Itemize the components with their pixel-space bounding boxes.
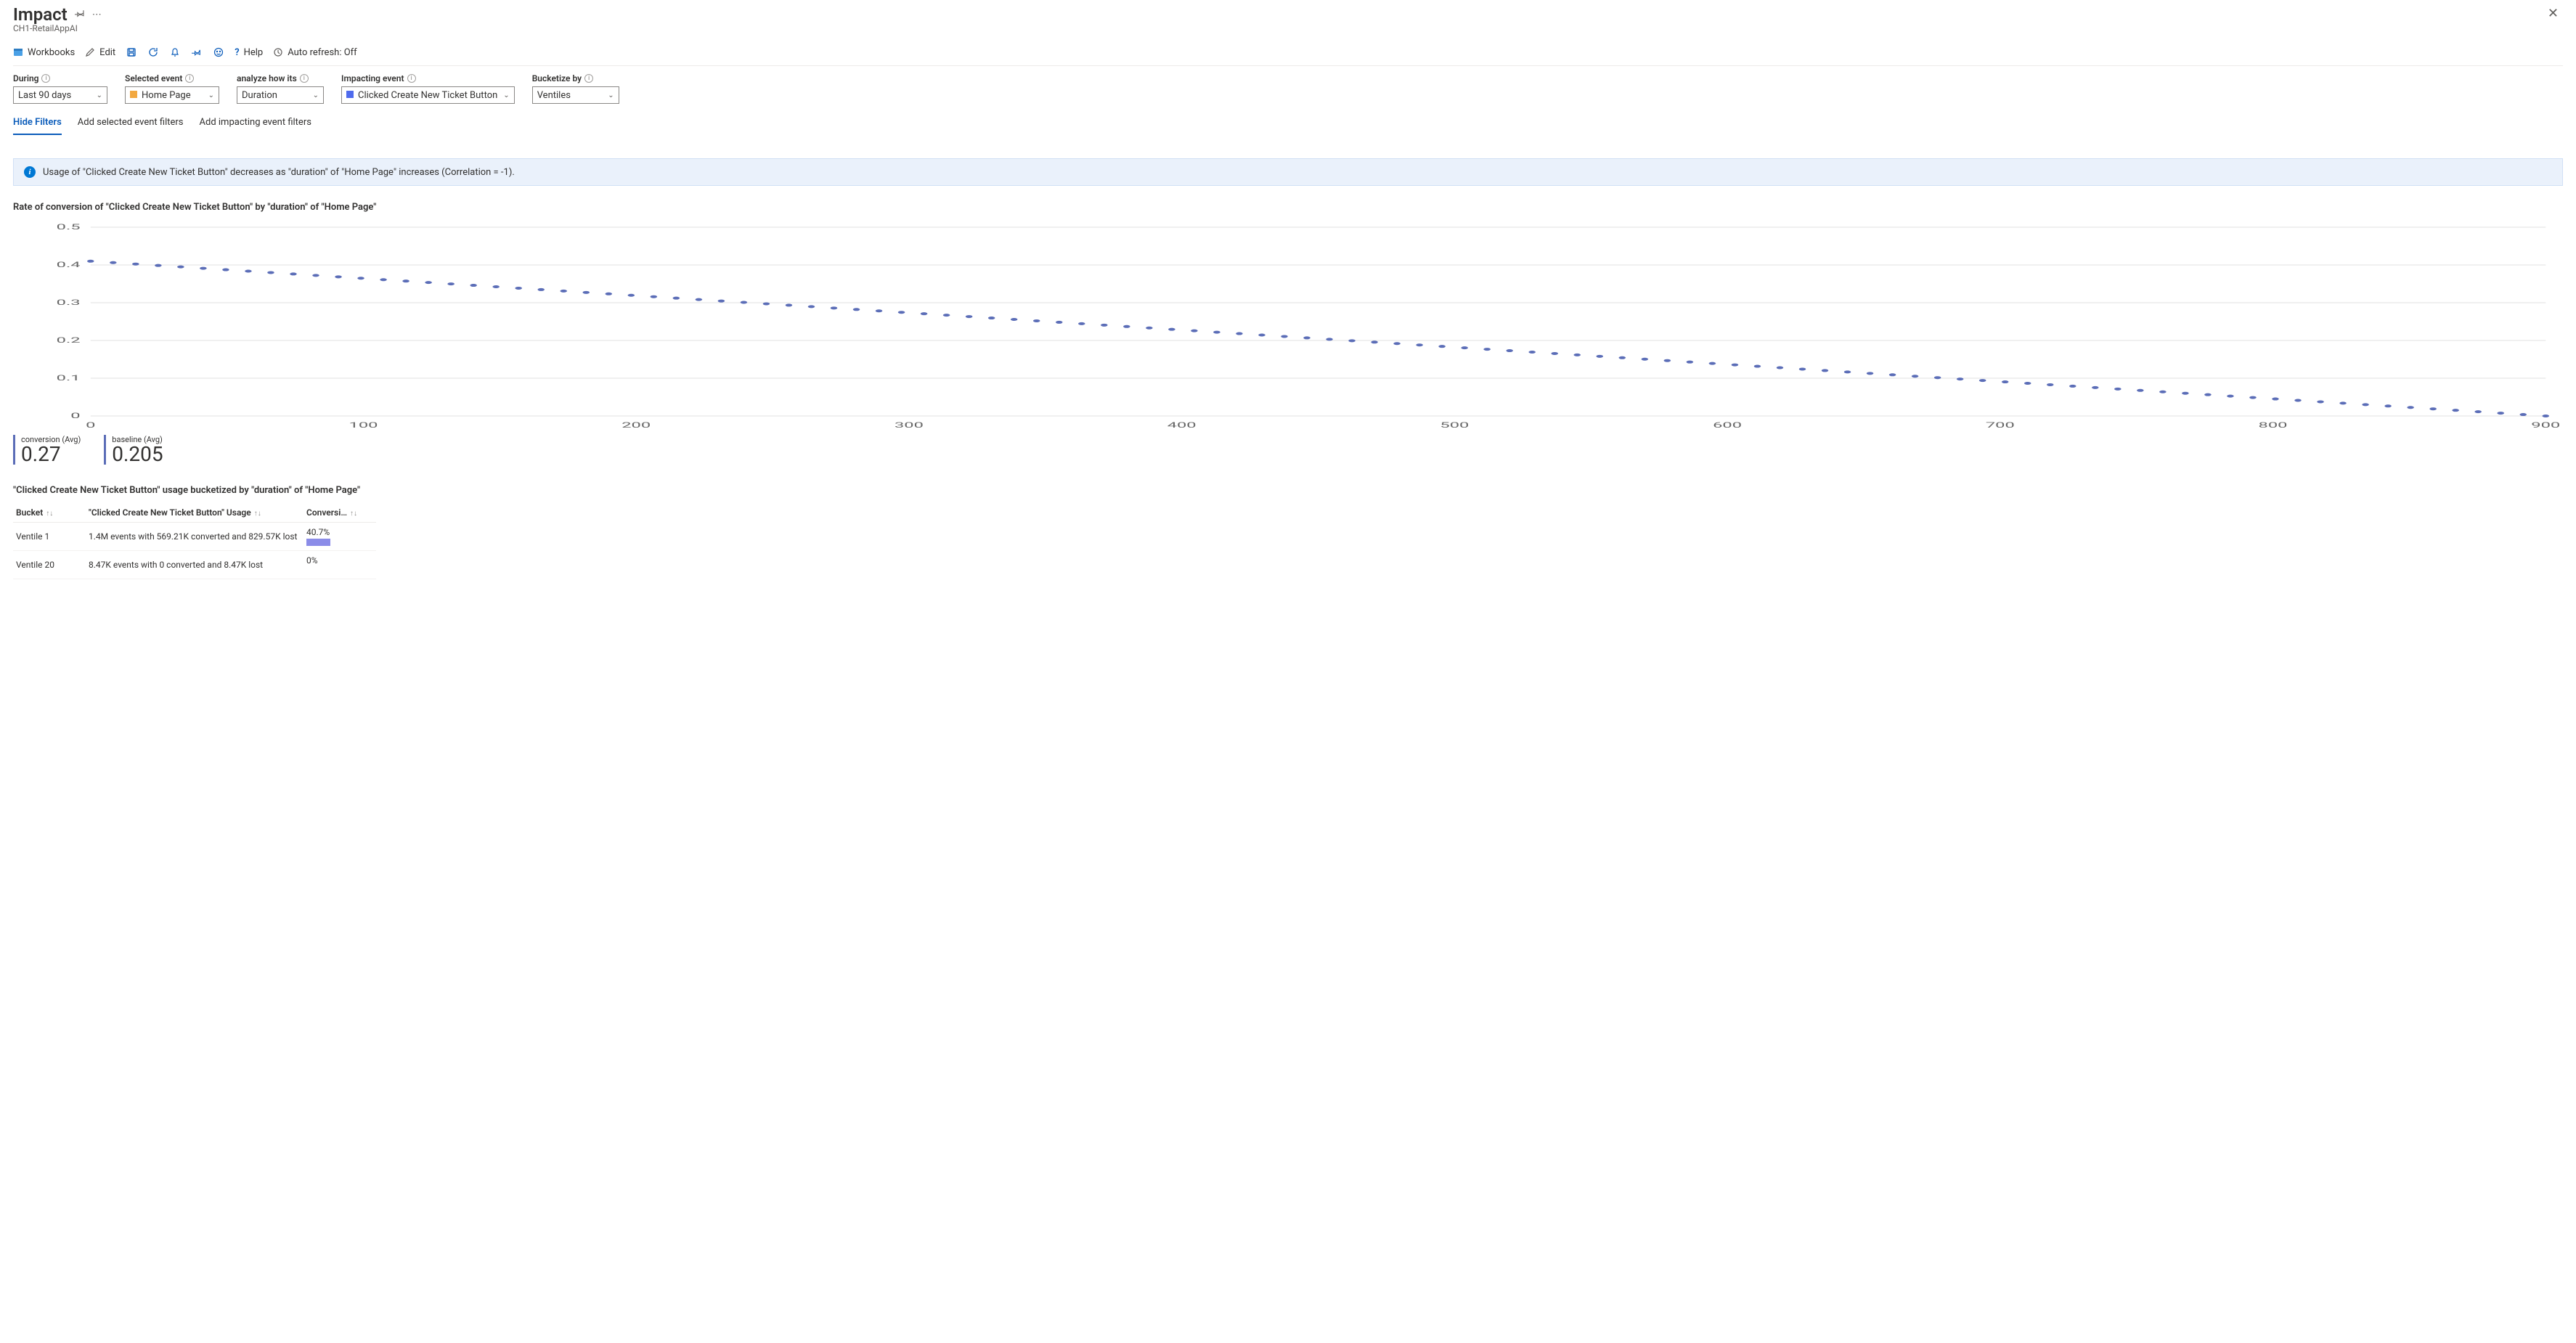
svg-text:0.1: 0.1 <box>57 374 81 383</box>
svg-text:700: 700 <box>1986 421 2015 430</box>
conv-col-header[interactable]: Conversi…↑↓ <box>306 507 379 518</box>
analyze-select[interactable]: Duration ⌄ <box>237 86 324 104</box>
feedback-icon[interactable] <box>213 46 224 58</box>
bucketize-value: Ventiles <box>537 90 571 101</box>
during-select[interactable]: Last 90 days ⌄ <box>13 86 107 104</box>
during-label: During <box>13 73 38 83</box>
add-impacting-event-filters-tab[interactable]: Add impacting event filters <box>200 117 311 135</box>
chevron-down-icon: ⌄ <box>313 91 319 99</box>
close-icon[interactable]: ✕ <box>2543 4 2563 23</box>
svg-text:900: 900 <box>2531 421 2560 430</box>
info-icon[interactable]: i <box>300 74 309 83</box>
save-icon[interactable] <box>126 46 137 58</box>
bucket-col-header[interactable]: Bucket↑↓ <box>16 507 89 518</box>
edit-label: Edit <box>99 47 115 58</box>
correlation-text: Usage of "Clicked Create New Ticket Butt… <box>43 167 515 178</box>
conversion-avg-card: conversion (Avg) 0.27 <box>13 435 81 465</box>
resource-name: CH1-RetailAppAI <box>13 23 103 33</box>
svg-text:800: 800 <box>2259 421 2288 430</box>
auto-refresh-label: Auto refresh: Off <box>288 47 356 58</box>
sort-icon: ↑↓ <box>350 510 357 518</box>
bucket-section-title: "Clicked Create New Ticket Button" usage… <box>13 485 2563 496</box>
bucket-cell: Ventile 1 <box>16 531 89 542</box>
filters-row: Duringi Last 90 days⌄ Selected eventi Ho… <box>13 66 2563 107</box>
sort-icon: ↑↓ <box>46 510 53 518</box>
more-icon[interactable]: ⋯ <box>92 9 103 20</box>
svg-text:400: 400 <box>1167 421 1197 430</box>
hide-filters-tab[interactable]: Hide Filters <box>13 117 62 135</box>
svg-text:600: 600 <box>1713 421 1742 430</box>
impacting-event-select[interactable]: Clicked Create New Ticket Button ⌄ <box>341 86 515 104</box>
bucket-table: Bucket↑↓ "Clicked Create New Ticket Butt… <box>13 503 376 579</box>
analyze-value: Duration <box>242 90 277 101</box>
table-row[interactable]: Ventile 11.4M events with 569.21K conver… <box>13 523 376 551</box>
correlation-banner: i Usage of "Clicked Create New Ticket Bu… <box>13 158 2563 186</box>
svg-text:0: 0 <box>70 412 80 420</box>
workbooks-button[interactable]: Workbooks <box>13 47 75 58</box>
help-label: Help <box>244 47 264 58</box>
selected-event-label: Selected event <box>125 73 182 83</box>
toolbar: Workbooks Edit ? Help Auto refresh: Off <box>13 38 2563 66</box>
workbooks-label: Workbooks <box>28 47 75 58</box>
svg-text:200: 200 <box>621 421 651 430</box>
selected-event-value: Home Page <box>142 90 191 101</box>
svg-text:0.3: 0.3 <box>57 298 81 307</box>
svg-text:0: 0 <box>86 421 95 430</box>
analyze-label: analyze how its <box>237 73 297 83</box>
baseline-avg-value: 0.205 <box>112 444 163 465</box>
page-title: Impact <box>13 4 68 25</box>
bucket-cell: Ventile 20 <box>16 560 89 570</box>
conversion-avg-value: 0.27 <box>21 444 81 465</box>
usage-cell: 8.47K events with 0 converted and 8.47K … <box>89 560 306 570</box>
usage-col-header[interactable]: "Clicked Create New Ticket Button" Usage… <box>89 507 306 518</box>
info-icon[interactable]: i <box>584 74 593 83</box>
conversion-chart: 0 0.1 0.2 0.3 0.4 0.5 0 100 200 300 400 500 600 700 80… <box>13 220 2563 430</box>
table-row[interactable]: Ventile 208.47K events with 0 converted … <box>13 551 376 579</box>
selected-event-select[interactable]: Home Page ⌄ <box>125 86 219 104</box>
pin-toolbar-icon[interactable] <box>191 46 203 58</box>
chevron-down-icon: ⌄ <box>97 91 102 99</box>
svg-text:500: 500 <box>1440 421 1469 430</box>
svg-text:100: 100 <box>349 421 378 430</box>
impacting-event-label: Impacting event <box>341 73 404 83</box>
auto-refresh-button[interactable]: Auto refresh: Off <box>273 47 356 58</box>
svg-text:0.5: 0.5 <box>57 223 81 232</box>
bucketize-select[interactable]: Ventiles ⌄ <box>532 86 619 104</box>
svg-text:0.4: 0.4 <box>57 261 81 269</box>
refresh-icon[interactable] <box>147 46 159 58</box>
during-value: Last 90 days <box>18 90 71 101</box>
info-icon[interactable]: i <box>407 74 416 83</box>
info-icon[interactable]: i <box>41 74 50 83</box>
svg-text:0.2: 0.2 <box>57 336 81 345</box>
color-chip-icon <box>346 91 354 98</box>
chart-title: Rate of conversion of "Clicked Create Ne… <box>13 202 2563 213</box>
add-selected-event-filters-tab[interactable]: Add selected event filters <box>78 117 184 135</box>
sort-icon: ↑↓ <box>254 510 261 518</box>
info-icon[interactable]: i <box>185 74 194 83</box>
conversion-cell: 0% <box>306 555 379 574</box>
color-chip-icon <box>130 91 137 98</box>
svg-text:300: 300 <box>894 421 924 430</box>
chevron-down-icon: ⌄ <box>608 91 614 99</box>
alert-icon[interactable] <box>169 46 181 58</box>
edit-button[interactable]: Edit <box>85 47 115 58</box>
baseline-avg-card: baseline (Avg) 0.205 <box>104 435 163 465</box>
chevron-down-icon: ⌄ <box>208 91 214 99</box>
info-badge-icon: i <box>24 166 36 178</box>
help-button[interactable]: ? Help <box>235 47 263 58</box>
conversion-cell: 40.7% <box>306 527 379 546</box>
chevron-down-icon: ⌄ <box>503 91 509 99</box>
pin-icon[interactable] <box>75 8 85 21</box>
impacting-event-value: Clicked Create New Ticket Button <box>358 90 497 101</box>
usage-cell: 1.4M events with 569.21K converted and 8… <box>89 531 306 542</box>
bucketize-label: Bucketize by <box>532 73 582 83</box>
